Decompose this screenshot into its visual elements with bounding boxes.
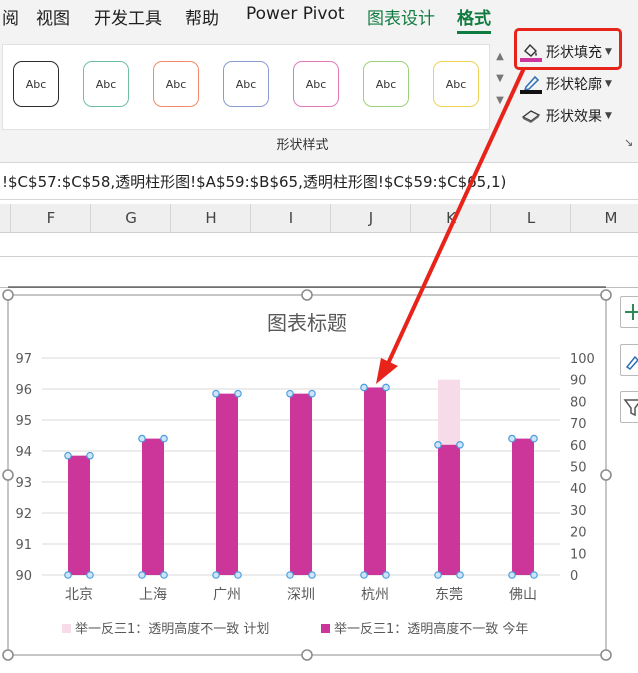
secondary-y-axis-tick-label: 10 [570, 547, 587, 562]
selection-handle[interactable] [508, 434, 516, 443]
y-axis-tick-label: 97 [15, 352, 32, 367]
secondary-y-axis-tick-label: 30 [570, 504, 587, 519]
secondary-y-axis-tick-label: 70 [570, 417, 587, 432]
selection-handle[interactable] [86, 571, 94, 579]
secondary-y-axis-tick-label: 60 [570, 439, 587, 454]
chart-resize-handle[interactable] [600, 649, 612, 661]
chart-title[interactable]: 图表标题 [267, 311, 347, 335]
selection-handle[interactable] [160, 571, 168, 579]
bar-this-year[interactable] [512, 438, 534, 575]
selection-handle[interactable] [212, 389, 220, 398]
chart-elements-button[interactable] [620, 296, 638, 328]
y-axis-tick-label: 90 [15, 569, 32, 584]
selection-handle[interactable] [86, 451, 94, 460]
selection-handle[interactable] [308, 389, 316, 398]
secondary-y-axis-tick-label: 80 [570, 395, 587, 410]
selection-handle[interactable] [508, 571, 516, 579]
y-axis-tick-label: 92 [15, 507, 32, 522]
selection-handle[interactable] [308, 571, 316, 579]
selection-handle[interactable] [434, 440, 442, 449]
y-axis-tick-label: 94 [15, 445, 32, 460]
selection-handle[interactable] [286, 571, 294, 579]
bar-this-year[interactable] [438, 444, 460, 575]
legend-label-this-year[interactable]: 举一反三1：透明高度不一致 今年 [334, 621, 528, 637]
plus-icon [625, 304, 638, 320]
chart-resize-handle[interactable] [2, 649, 14, 661]
chart-resize-handle[interactable] [600, 469, 612, 481]
bar-this-year[interactable] [364, 387, 386, 575]
selection-handle[interactable] [530, 434, 538, 443]
bar-this-year[interactable] [290, 393, 312, 575]
x-axis-category-label: 杭州 [361, 587, 389, 603]
bar-this-year[interactable] [216, 393, 238, 575]
bar-this-year[interactable] [142, 438, 164, 575]
x-axis-category-label: 北京 [65, 587, 93, 603]
selection-handle[interactable] [138, 434, 146, 443]
selection-handle[interactable] [234, 389, 242, 398]
y-axis-tick-label: 91 [15, 538, 32, 553]
selection-handle[interactable] [456, 440, 464, 449]
legend-label-plan[interactable]: 举一反三1：透明高度不一致 计划 [75, 621, 269, 637]
brush-icon [625, 355, 638, 370]
y-axis-tick-label: 93 [15, 476, 32, 491]
selection-handle[interactable] [64, 451, 72, 460]
selection-handle[interactable] [360, 571, 368, 579]
secondary-y-axis-tick-label: 90 [570, 374, 587, 389]
chart[interactable]: 图表标题 90 91 92 93 94 95 96 97 0 10 20 30 40 50 60 70 80 9… [0, 0, 638, 673]
selection-handle[interactable] [382, 383, 390, 392]
chart-resize-handle[interactable] [2, 469, 14, 481]
chart-filters-button[interactable] [620, 391, 638, 423]
x-axis-category-label: 深圳 [287, 587, 315, 603]
filter-icon [623, 399, 638, 417]
y-axis-tick-label: 96 [15, 383, 32, 398]
secondary-y-axis-tick-label: 100 [570, 352, 595, 367]
chart-resize-handle[interactable] [301, 289, 313, 301]
selection-handle[interactable] [234, 571, 242, 579]
chart-styles-button[interactable] [620, 344, 638, 376]
secondary-y-axis-tick-label: 20 [570, 526, 587, 541]
legend-swatch-plan [62, 624, 71, 633]
secondary-y-axis-tick-label: 0 [570, 569, 578, 584]
chart-resize-handle[interactable] [301, 649, 313, 661]
selection-handle[interactable] [138, 571, 146, 579]
selection-handle[interactable] [434, 571, 442, 579]
x-axis-category-label: 上海 [139, 587, 167, 603]
bar-this-year[interactable] [68, 455, 90, 575]
selection-handle[interactable] [456, 571, 464, 579]
x-axis-category-label: 佛山 [509, 587, 537, 603]
secondary-y-axis-tick-label: 50 [570, 461, 587, 476]
selection-handle[interactable] [382, 571, 390, 579]
selection-handle[interactable] [530, 571, 538, 579]
y-axis-tick-label: 95 [15, 414, 32, 429]
selection-handle[interactable] [212, 571, 220, 579]
selection-handle[interactable] [360, 383, 368, 392]
selection-handle[interactable] [64, 571, 72, 579]
x-axis-category-label: 东莞 [435, 587, 463, 603]
selection-handle[interactable] [160, 434, 168, 443]
x-axis-category-label: 广州 [213, 587, 241, 603]
legend-swatch-this-year [321, 624, 330, 633]
selection-handle[interactable] [286, 389, 294, 398]
secondary-y-axis-tick-label: 40 [570, 482, 587, 497]
chart-resize-handle[interactable] [2, 289, 14, 301]
chart-resize-handle[interactable] [600, 289, 612, 301]
